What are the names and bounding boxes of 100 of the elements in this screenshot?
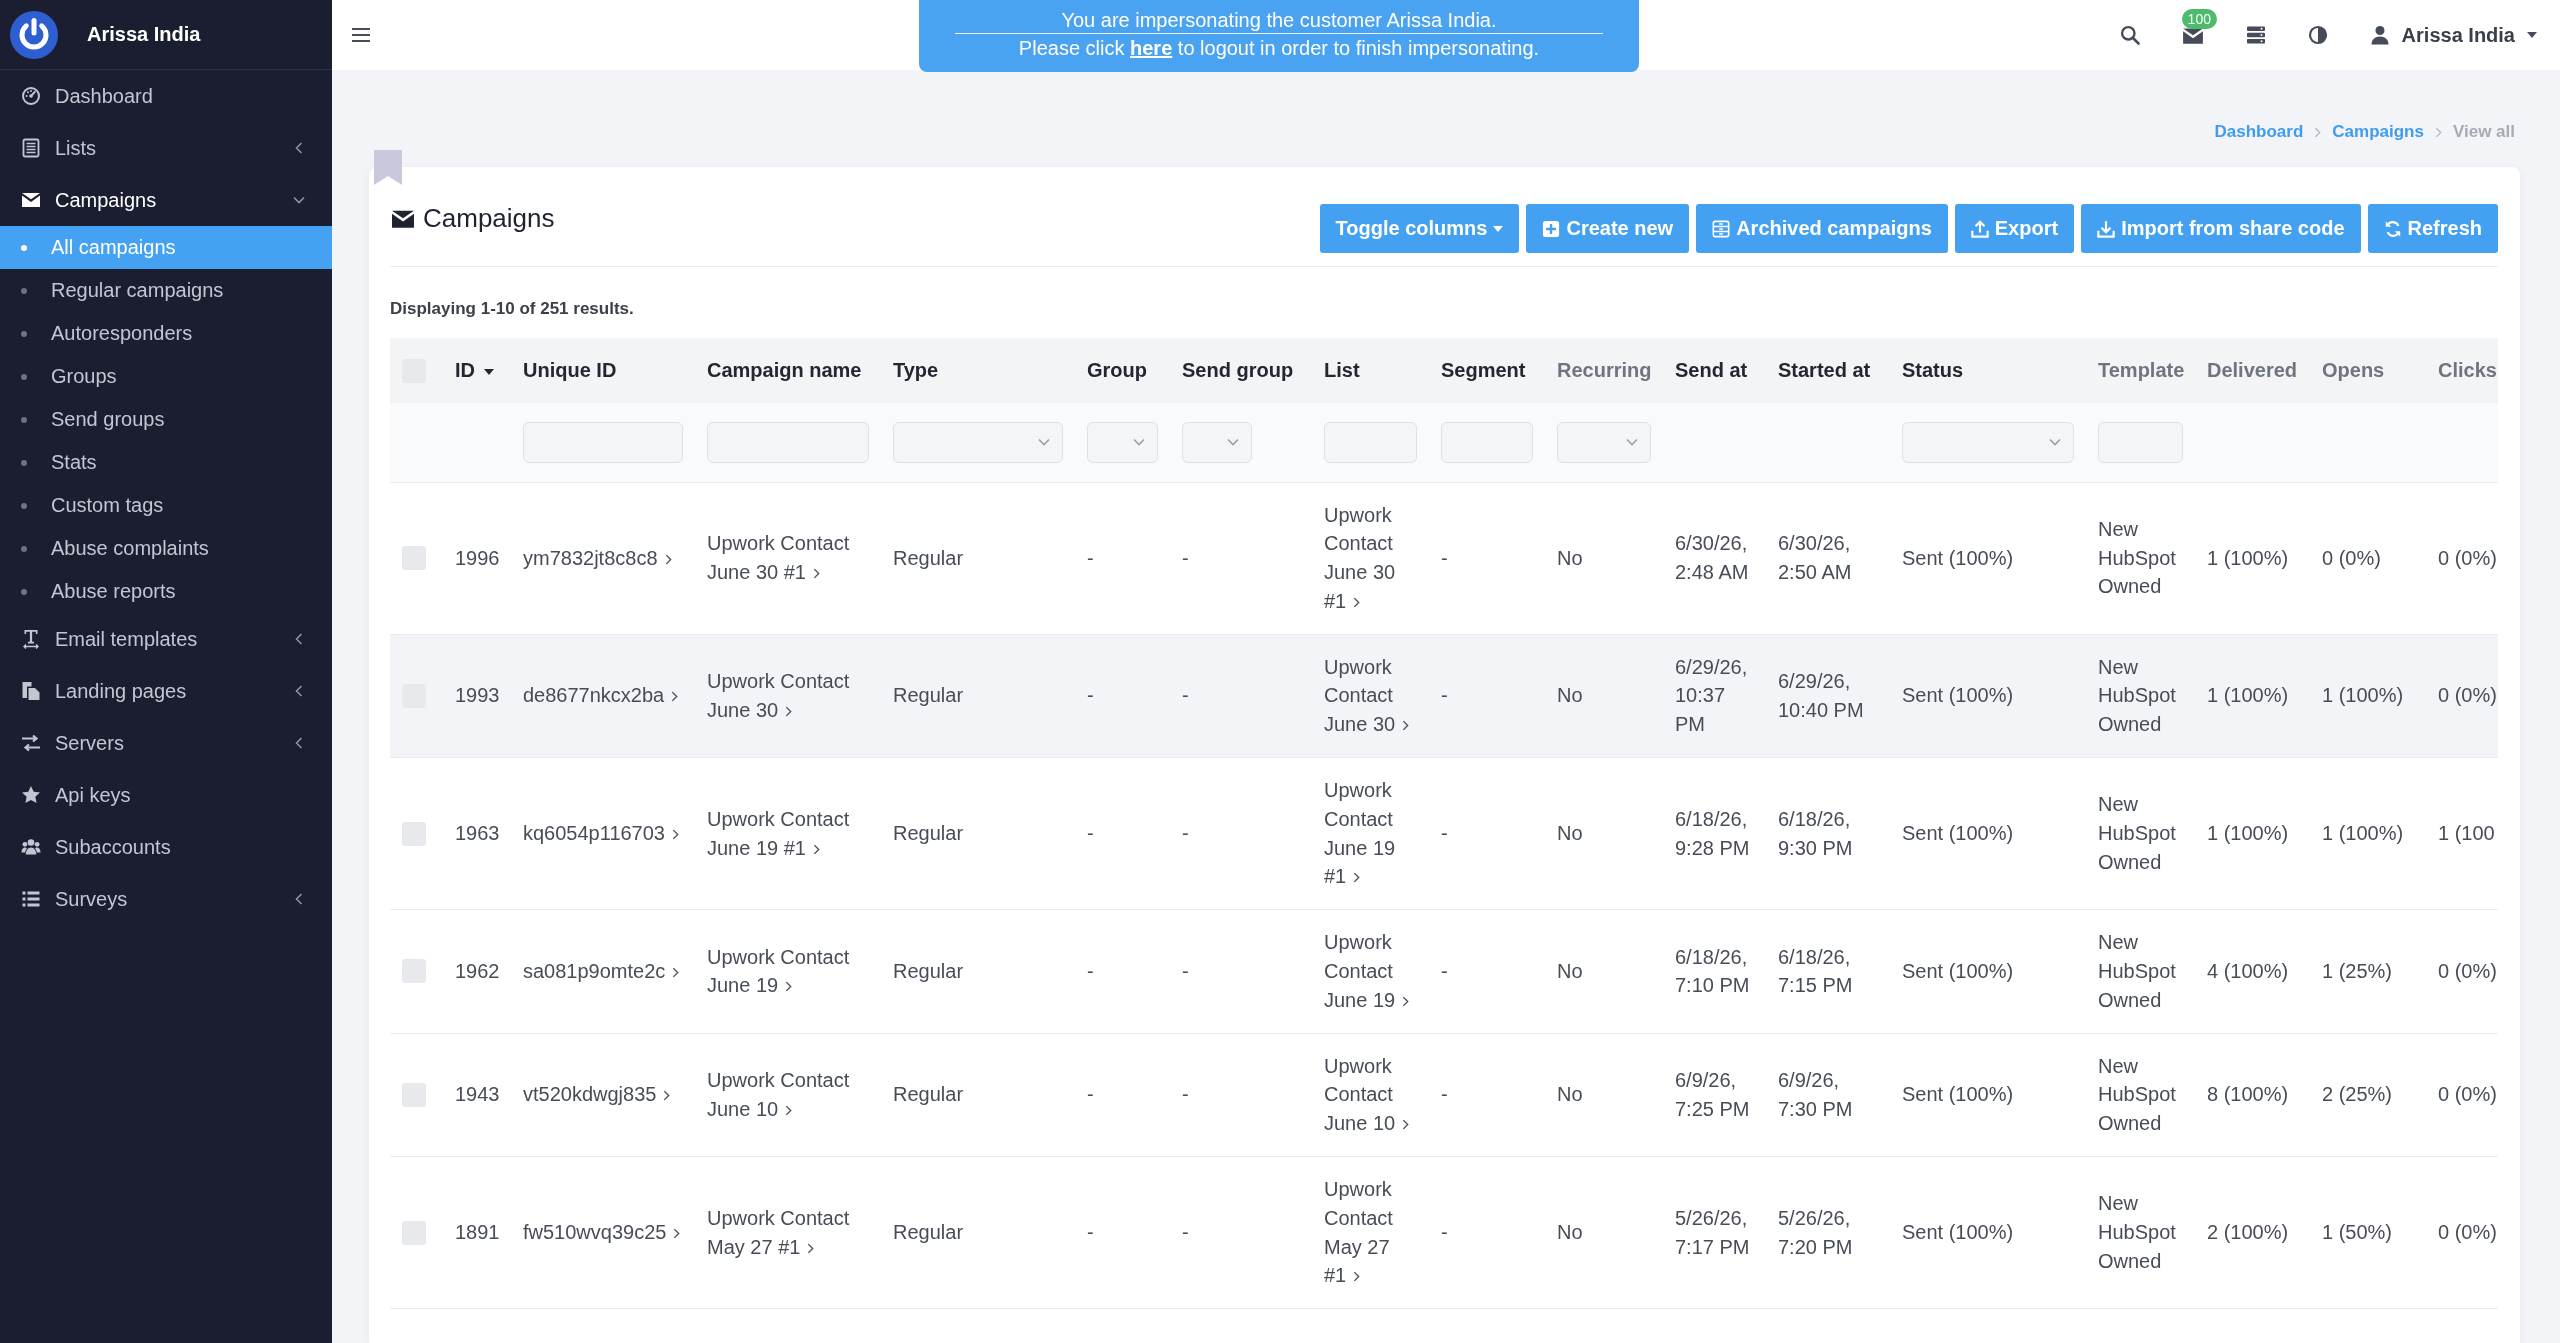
- table-cell: Regular: [893, 822, 964, 845]
- chevron-right-icon: [1402, 995, 1410, 1007]
- sidebar-subitem[interactable]: Send groups: [0, 398, 332, 441]
- filter-select[interactable]: [893, 421, 1063, 463]
- chevron-right-icon: [785, 981, 793, 993]
- table-link[interactable]: Upwork Contact June 19: [1324, 928, 1419, 1015]
- bullet-icon: [21, 502, 27, 509]
- bullet-icon: [21, 330, 27, 337]
- filter-select[interactable]: [1087, 421, 1158, 463]
- chevron-down-icon: [1038, 438, 1050, 447]
- mail-icon[interactable]: [2181, 25, 2204, 45]
- table-cell: 6/29/26, 10:40 PM: [1778, 670, 1864, 721]
- sidebar-item[interactable]: Email templates: [0, 613, 332, 665]
- table-link[interactable]: Upwork Contact June 19 #1: [1324, 776, 1419, 892]
- filter-select[interactable]: [1902, 421, 2074, 463]
- caret-down-icon: [1493, 225, 1504, 232]
- table-cell: 0 (0%): [2438, 960, 2497, 983]
- table-cell: -: [1087, 822, 1094, 845]
- table-link[interactable]: Upwork Contact May 27 #1: [1324, 1175, 1419, 1291]
- table-cell: No: [1557, 1083, 1583, 1106]
- table-link[interactable]: vt520kdwgj835: [523, 1080, 685, 1110]
- sidebar-item[interactable]: Campaigns: [0, 174, 332, 226]
- sidebar-subitem[interactable]: Custom tags: [0, 484, 332, 527]
- table-link[interactable]: kq6054p116703: [523, 819, 685, 849]
- filter-input[interactable]: [1441, 421, 1533, 463]
- filter-input[interactable]: [2098, 421, 2183, 463]
- bulleted-list-icon: [21, 889, 41, 909]
- sidebar-item[interactable]: Servers: [0, 717, 332, 769]
- sidebar-item[interactable]: Dashboard: [0, 70, 332, 122]
- table-cell: 1996: [455, 546, 500, 569]
- chevron-right-icon: [671, 691, 679, 703]
- column-header[interactable]: Group: [1087, 359, 1147, 381]
- column-header[interactable]: Started at: [1778, 359, 1871, 381]
- table-link[interactable]: de8677nkcx2ba: [523, 681, 685, 711]
- table-link[interactable]: Upwork Contact June 30: [707, 667, 871, 725]
- contrast-icon[interactable]: [2307, 25, 2328, 45]
- sidebar-subitem[interactable]: Stats: [0, 441, 332, 484]
- power-logo-icon[interactable]: [10, 10, 58, 59]
- table-cell: 8 (100%): [2207, 1083, 2289, 1106]
- table-cell: -: [1087, 960, 1094, 983]
- column-header: Delivered: [2207, 359, 2298, 381]
- column-header[interactable]: ID: [455, 359, 494, 381]
- table-link[interactable]: fw510wvq39c25: [523, 1218, 685, 1248]
- table-cell: -: [1182, 684, 1189, 707]
- table-cell: 4 (100%): [2207, 960, 2289, 983]
- table-link[interactable]: Upwork Contact June 10: [1324, 1051, 1419, 1139]
- table-cell: 1943: [455, 1083, 500, 1106]
- table-link[interactable]: Upwork Contact June 10: [707, 1066, 871, 1124]
- table-link[interactable]: Upwork Contact June 19: [707, 942, 871, 1001]
- table-link[interactable]: sa081p9omte2c: [523, 957, 685, 986]
- filter-input[interactable]: [523, 421, 683, 463]
- table-cell: New HubSpot Owned: [2098, 793, 2176, 874]
- filter-input[interactable]: [707, 421, 869, 463]
- sidebar-subitem[interactable]: Groups: [0, 355, 332, 398]
- sidebar-subitem[interactable]: Abuse complaints: [0, 527, 332, 570]
- filter-select[interactable]: [1557, 421, 1651, 463]
- column-header[interactable]: Type: [893, 359, 939, 381]
- server-icon[interactable]: [2245, 25, 2266, 45]
- chevron-right-icon: [673, 1228, 681, 1240]
- column-header[interactable]: Segment: [1441, 359, 1526, 381]
- bullet-icon: [21, 545, 27, 552]
- sidebar-item[interactable]: Api keys: [0, 769, 332, 821]
- sidebar-subitem[interactable]: Autoresponders: [0, 312, 332, 355]
- table-cell: 1 (100%): [2207, 546, 2289, 569]
- table-link[interactable]: Upwork Contact May 27 #1: [707, 1203, 871, 1262]
- column-header: Clicks: [2438, 359, 2497, 381]
- sidebar-subitem[interactable]: Regular campaigns: [0, 269, 332, 312]
- sort-caret-icon: [484, 368, 494, 375]
- table-link[interactable]: Upwork Contact June 30 #1: [707, 529, 871, 587]
- column-header[interactable]: List: [1324, 359, 1360, 381]
- table-link[interactable]: Upwork Contact June 30: [1324, 652, 1419, 740]
- column-header[interactable]: Campaign name: [707, 359, 862, 381]
- chevron-down-icon: [1626, 438, 1638, 447]
- table-cell: 1891: [455, 1221, 500, 1244]
- column-header[interactable]: Send at: [1675, 359, 1748, 381]
- table-link[interactable]: Upwork Contact June 30 #1: [1324, 500, 1419, 616]
- chevron-right-icon: [1402, 1119, 1410, 1131]
- chevron-down-icon: [1227, 438, 1239, 447]
- user-menu[interactable]: Arissa India: [2369, 23, 2537, 47]
- sidebar-subitem[interactable]: Abuse reports: [0, 570, 332, 613]
- sidebar-item[interactable]: Subaccounts: [0, 821, 332, 873]
- table-cell: -: [1182, 822, 1189, 845]
- sidebar-item[interactable]: Landing pages: [0, 665, 332, 717]
- bullet-icon: [21, 287, 27, 294]
- filter-select[interactable]: [1182, 421, 1252, 463]
- table-link[interactable]: Upwork Contact June 19 #1: [707, 804, 871, 863]
- column-header[interactable]: Unique ID: [523, 359, 617, 381]
- column-header[interactable]: Send group: [1182, 359, 1294, 381]
- table-cell: Regular: [893, 546, 964, 569]
- sidebar-item[interactable]: Lists: [0, 122, 332, 174]
- sidebar-item[interactable]: Surveys: [0, 873, 332, 925]
- menu-icon[interactable]: [351, 25, 371, 45]
- table-link[interactable]: ym7832jt8c8c8: [523, 543, 685, 573]
- filter-input[interactable]: [1324, 421, 1417, 463]
- table-cell: Regular: [893, 684, 964, 707]
- chevron-left-icon: [295, 685, 303, 697]
- plus-icon: [1542, 219, 1561, 238]
- table-cell: 6/9/26, 7:30 PM: [1778, 1069, 1853, 1120]
- column-header[interactable]: Status: [1902, 359, 1964, 381]
- search-icon[interactable]: [2119, 25, 2140, 45]
